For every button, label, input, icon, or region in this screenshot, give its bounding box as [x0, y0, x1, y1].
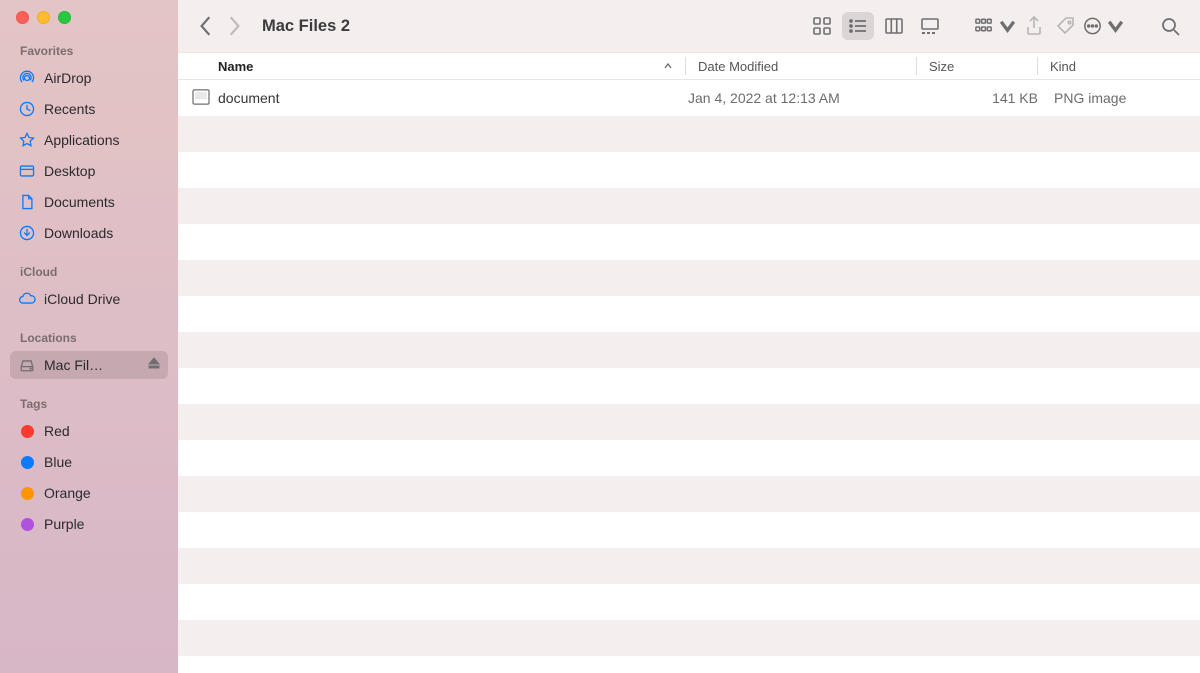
view-gallery-button[interactable] [914, 12, 946, 40]
tag-icon [16, 425, 38, 438]
file-name: document [218, 90, 279, 106]
empty-row [178, 476, 1200, 512]
sidebar-item-downloads[interactable]: Downloads [10, 219, 168, 247]
empty-row [178, 260, 1200, 296]
sidebar-item-mac-fil-[interactable]: Mac Fil… [10, 351, 168, 379]
view-list-button[interactable] [842, 12, 874, 40]
close-window-button[interactable] [16, 11, 29, 24]
view-icons-button[interactable] [806, 12, 838, 40]
sidebar-item-label: Red [44, 423, 162, 439]
sidebar-item-label: Blue [44, 454, 162, 470]
sidebar-item-icloud-drive[interactable]: iCloud Drive [10, 285, 168, 313]
downloads-icon [16, 224, 38, 242]
recents-icon [16, 100, 38, 118]
column-headers: Name Date Modified Size Kind [178, 52, 1200, 80]
search-button[interactable] [1154, 12, 1186, 40]
tag-icon [16, 487, 38, 500]
file-size: 141 KB [918, 90, 1038, 106]
sidebar-item-blue[interactable]: Blue [10, 448, 168, 476]
column-header-date[interactable]: Date Modified [686, 59, 916, 74]
sidebar-item-label: Documents [44, 194, 162, 210]
toolbar: Mac Files 2 [178, 0, 1200, 52]
actions-button[interactable] [1082, 12, 1126, 40]
sidebar-item-label: iCloud Drive [44, 291, 162, 307]
empty-row [178, 404, 1200, 440]
window-title: Mac Files 2 [262, 17, 350, 36]
tag-icon [16, 456, 38, 469]
group-by-button[interactable] [974, 12, 1018, 40]
sidebar-item-recents[interactable]: Recents [10, 95, 168, 123]
file-date: Jan 4, 2022 at 12:13 AM [688, 90, 918, 106]
airdrop-icon [16, 69, 38, 87]
file-icon [192, 89, 210, 108]
sidebar-item-orange[interactable]: Orange [10, 479, 168, 507]
documents-icon [16, 193, 38, 211]
sidebar-item-purple[interactable]: Purple [10, 510, 168, 538]
sidebar-item-label: Downloads [44, 225, 162, 241]
sidebar-section-locations: Locations [20, 331, 178, 345]
empty-row [178, 332, 1200, 368]
sidebar-item-label: Purple [44, 516, 162, 532]
tags-button[interactable] [1050, 12, 1082, 40]
desktop-icon [16, 162, 38, 180]
tag-icon [16, 518, 38, 531]
empty-row [178, 188, 1200, 224]
sidebar: Favorites AirDrop Recents Applications Deskt… [0, 0, 178, 673]
empty-row [178, 440, 1200, 476]
minimize-window-button[interactable] [37, 11, 50, 24]
back-button[interactable] [192, 12, 220, 40]
file-kind: PNG image [1038, 90, 1188, 106]
column-header-name-label: Name [218, 59, 253, 74]
column-header-kind[interactable]: Kind [1038, 59, 1188, 74]
empty-row [178, 368, 1200, 404]
file-row[interactable]: document Jan 4, 2022 at 12:13 AM141 KBPNG… [178, 80, 1200, 116]
empty-row [178, 512, 1200, 548]
icloud-icon [16, 290, 38, 308]
sidebar-item-desktop[interactable]: Desktop [10, 157, 168, 185]
empty-row [178, 548, 1200, 584]
sidebar-item-label: Applications [44, 132, 162, 148]
sidebar-item-applications[interactable]: Applications [10, 126, 168, 154]
sidebar-item-label: Desktop [44, 163, 162, 179]
sidebar-item-label: AirDrop [44, 70, 162, 86]
sidebar-item-label: Mac Fil… [44, 357, 144, 373]
sidebar-item-red[interactable]: Red [10, 417, 168, 445]
sidebar-item-airdrop[interactable]: AirDrop [10, 64, 168, 92]
sidebar-section-favorites: Favorites [20, 44, 178, 58]
column-header-name[interactable]: Name [218, 59, 685, 74]
forward-button[interactable] [220, 12, 248, 40]
empty-row [178, 116, 1200, 152]
empty-row [178, 152, 1200, 188]
empty-row [178, 620, 1200, 656]
view-mode-group [806, 12, 946, 40]
empty-row [178, 224, 1200, 260]
column-header-size[interactable]: Size [917, 59, 1037, 74]
window-controls [16, 11, 178, 24]
share-button[interactable] [1018, 12, 1050, 40]
fullscreen-window-button[interactable] [58, 11, 71, 24]
empty-row [178, 584, 1200, 620]
eject-icon[interactable] [148, 356, 162, 374]
disk-icon [16, 356, 38, 374]
applications-icon [16, 131, 38, 149]
sidebar-item-label: Orange [44, 485, 162, 501]
sidebar-item-documents[interactable]: Documents [10, 188, 168, 216]
file-list: document Jan 4, 2022 at 12:13 AM141 KBPNG… [178, 80, 1200, 673]
view-columns-button[interactable] [878, 12, 910, 40]
empty-row [178, 296, 1200, 332]
sort-ascending-icon [663, 59, 673, 74]
sidebar-section-icloud: iCloud [20, 265, 178, 279]
sidebar-item-label: Recents [44, 101, 162, 117]
sidebar-section-tags: Tags [20, 397, 178, 411]
